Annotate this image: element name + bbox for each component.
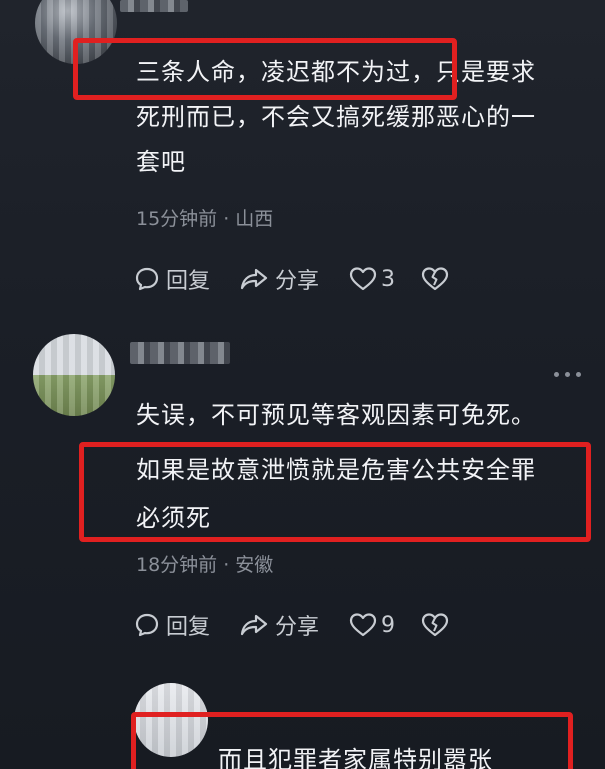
reply-button[interactable]: 回复	[134, 263, 239, 295]
username-blurred[interactable]	[120, 0, 188, 12]
like-count: 9	[381, 612, 395, 638]
avatar-blur	[33, 334, 115, 416]
comment-icon	[134, 612, 160, 638]
comment-meta: 15分钟前 · 山西	[136, 208, 274, 230]
comment-text-line: 套吧	[136, 148, 186, 176]
avatar[interactable]	[33, 334, 115, 416]
more-dots-icon[interactable]	[554, 372, 581, 377]
like-count: 3	[381, 266, 395, 292]
reply-label: 回复	[166, 269, 211, 294]
comment-icon	[134, 266, 160, 292]
share-arrow-icon	[239, 612, 269, 638]
share-button[interactable]: 分享	[239, 263, 349, 295]
dislike-button[interactable]	[421, 612, 449, 638]
like-button[interactable]: 9	[349, 612, 421, 638]
comment-actions: 回复 分享 9	[134, 609, 449, 641]
heart-icon	[349, 266, 377, 292]
highlight-box	[131, 712, 573, 769]
comment-actions: 回复 分享 3	[134, 263, 449, 295]
comment-text-line: 死刑而已，不会又搞死缓那恶心的一	[136, 103, 536, 131]
comment-feed: 三条人命，凌迟都不为过，只是要求 死刑而已，不会又搞死缓那恶心的一 套吧 15分…	[0, 0, 605, 769]
share-label: 分享	[275, 269, 320, 294]
highlight-box	[79, 442, 591, 542]
reply-label: 回复	[166, 615, 211, 640]
dislike-button[interactable]	[421, 266, 449, 292]
comment-text-line: 失误，不可预见等客观因素可免死。	[136, 401, 536, 429]
broken-heart-icon	[421, 612, 449, 638]
highlight-box	[73, 38, 457, 100]
share-label: 分享	[275, 615, 320, 640]
share-arrow-icon	[239, 266, 269, 292]
like-button[interactable]: 3	[349, 266, 421, 292]
comment-meta: 18分钟前 · 安徽	[136, 554, 274, 576]
share-button[interactable]: 分享	[239, 609, 349, 641]
broken-heart-icon	[421, 266, 449, 292]
username-blurred[interactable]	[130, 342, 230, 364]
heart-icon	[349, 612, 377, 638]
reply-button[interactable]: 回复	[134, 609, 239, 641]
